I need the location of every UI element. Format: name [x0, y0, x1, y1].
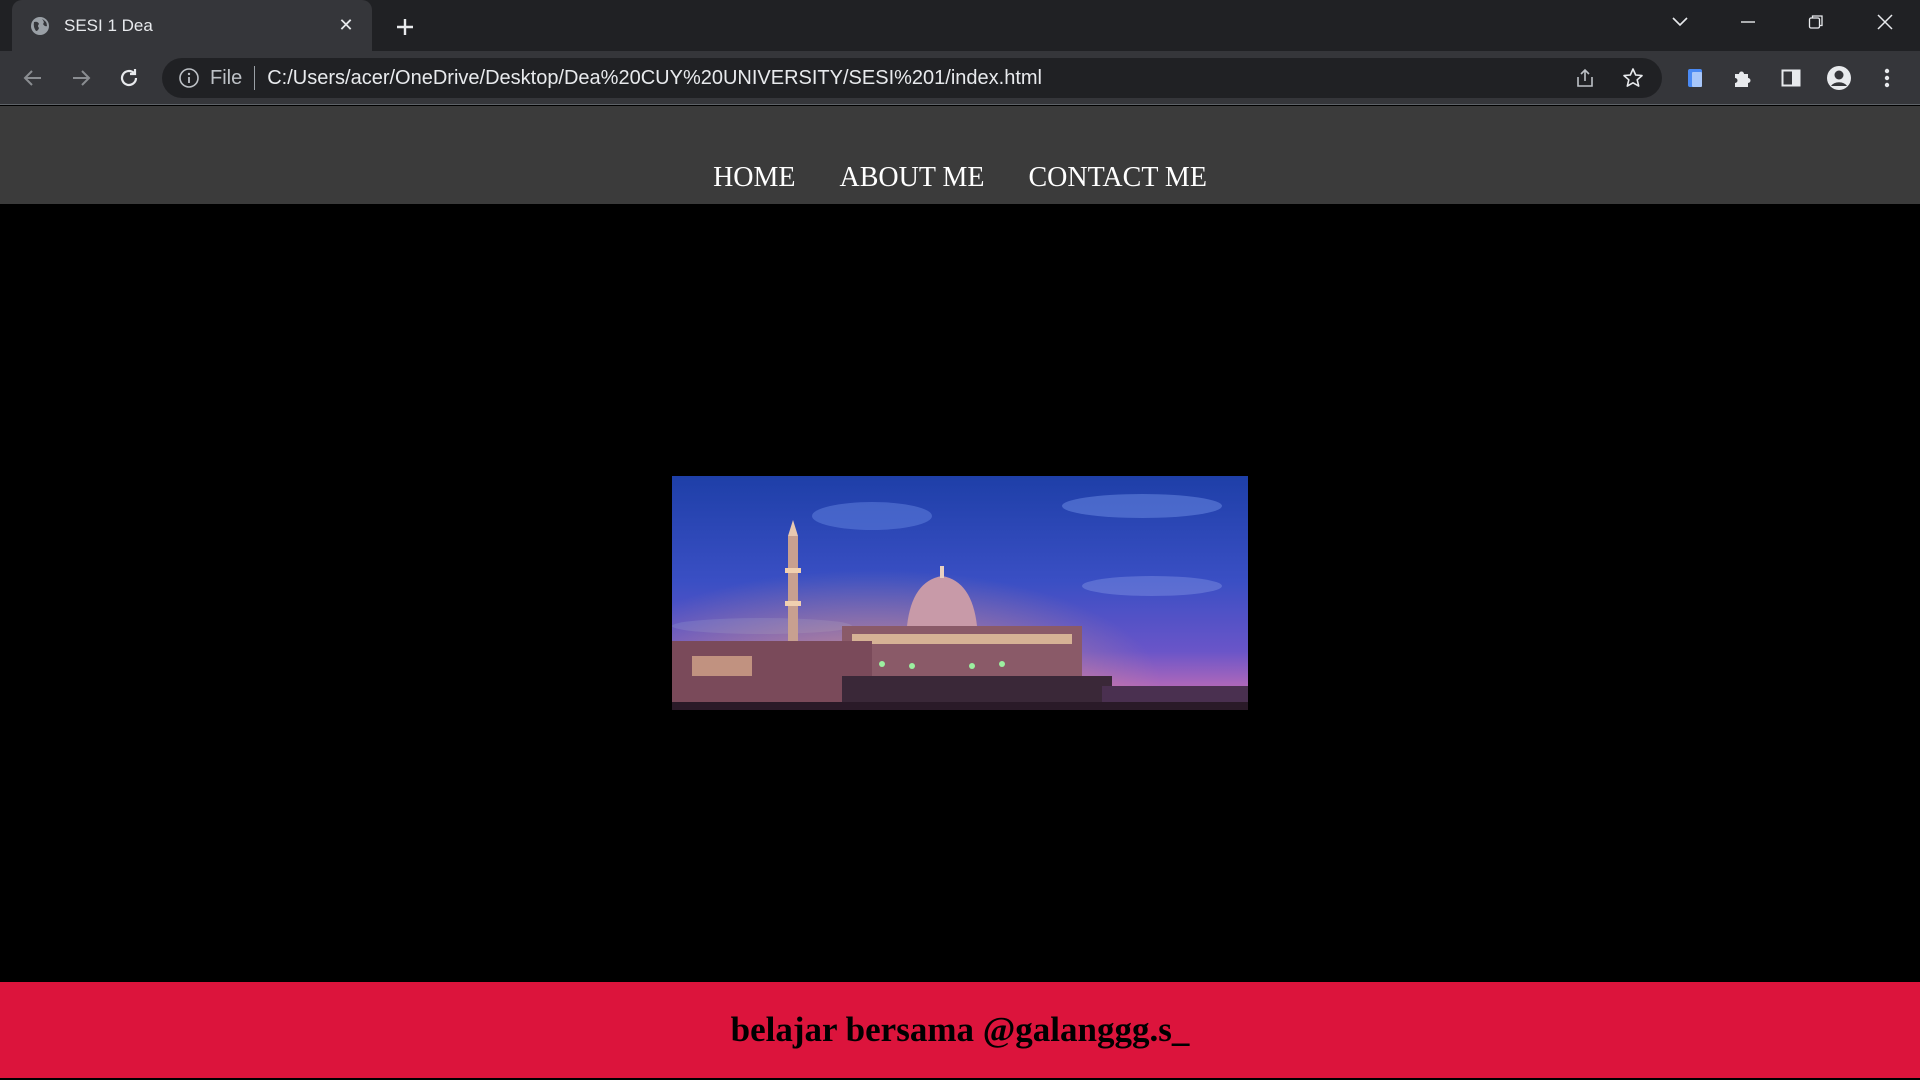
- side-panel-button[interactable]: [1774, 61, 1808, 95]
- site-footer: belajar bersama @galanggg.s_: [0, 982, 1920, 1078]
- forward-button[interactable]: [64, 61, 98, 95]
- browser-toolbar: File C:/Users/acer/OneDrive/Desktop/Dea%…: [0, 51, 1920, 105]
- mosque-picture: [672, 476, 1248, 710]
- close-window-button[interactable]: [1855, 0, 1915, 44]
- chevron-down-icon: [1672, 17, 1688, 27]
- profile-button[interactable]: [1822, 61, 1856, 95]
- site-navbar: HOME ABOUT ME CONTACT ME: [0, 106, 1920, 204]
- side-panel-icon: [1781, 69, 1801, 87]
- tab-search-button[interactable]: [1650, 0, 1710, 44]
- star-icon[interactable]: [1622, 67, 1644, 89]
- avatar-icon: [1827, 66, 1851, 90]
- arrow-left-icon: [23, 70, 41, 86]
- document-icon: [1688, 69, 1702, 87]
- address-bar[interactable]: File C:/Users/acer/OneDrive/Desktop/Dea%…: [162, 58, 1662, 98]
- close-tab-icon[interactable]: ✕: [334, 14, 358, 38]
- info-icon[interactable]: [178, 67, 200, 89]
- globe-icon: [31, 16, 49, 35]
- plus-icon: [397, 19, 413, 35]
- share-icon[interactable]: [1574, 67, 1596, 89]
- reload-button[interactable]: [112, 61, 146, 95]
- page-content: HOME ABOUT ME CONTACT ME belajar bersama…: [0, 106, 1920, 1080]
- omnibox-divider: [254, 66, 256, 90]
- hero-image: [672, 476, 1248, 710]
- reload-icon: [120, 69, 138, 87]
- browser-tab[interactable]: SESI 1 Dea ✕: [12, 0, 372, 51]
- nav-about-me[interactable]: ABOUT ME: [840, 158, 985, 198]
- extension-docs-button[interactable]: [1678, 61, 1712, 95]
- minimize-icon: [1741, 21, 1755, 23]
- new-tab-button[interactable]: [390, 12, 420, 42]
- restore-button[interactable]: [1786, 0, 1846, 44]
- arrow-right-icon: [73, 70, 91, 86]
- url-text[interactable]: C:/Users/acer/OneDrive/Desktop/Dea%20CUY…: [267, 67, 1662, 90]
- scheme-label: File: [210, 66, 243, 89]
- back-button[interactable]: [16, 61, 50, 95]
- kebab-menu-icon: [1884, 68, 1890, 88]
- tab-title: SESI 1 Dea: [64, 15, 153, 35]
- nav-contact-me[interactable]: CONTACT ME: [1028, 158, 1206, 198]
- menu-button[interactable]: [1870, 61, 1904, 95]
- restore-icon: [1808, 15, 1823, 29]
- nav-home[interactable]: HOME: [713, 158, 795, 198]
- browser-titlebar: SESI 1 Dea ✕: [0, 0, 1920, 51]
- close-icon: [1877, 14, 1893, 30]
- puzzle-icon: [1735, 71, 1751, 87]
- extensions-button[interactable]: [1726, 61, 1760, 95]
- minimize-button[interactable]: [1718, 0, 1778, 44]
- footer-text: belajar bersama @galanggg.s_: [730, 1010, 1190, 1049]
